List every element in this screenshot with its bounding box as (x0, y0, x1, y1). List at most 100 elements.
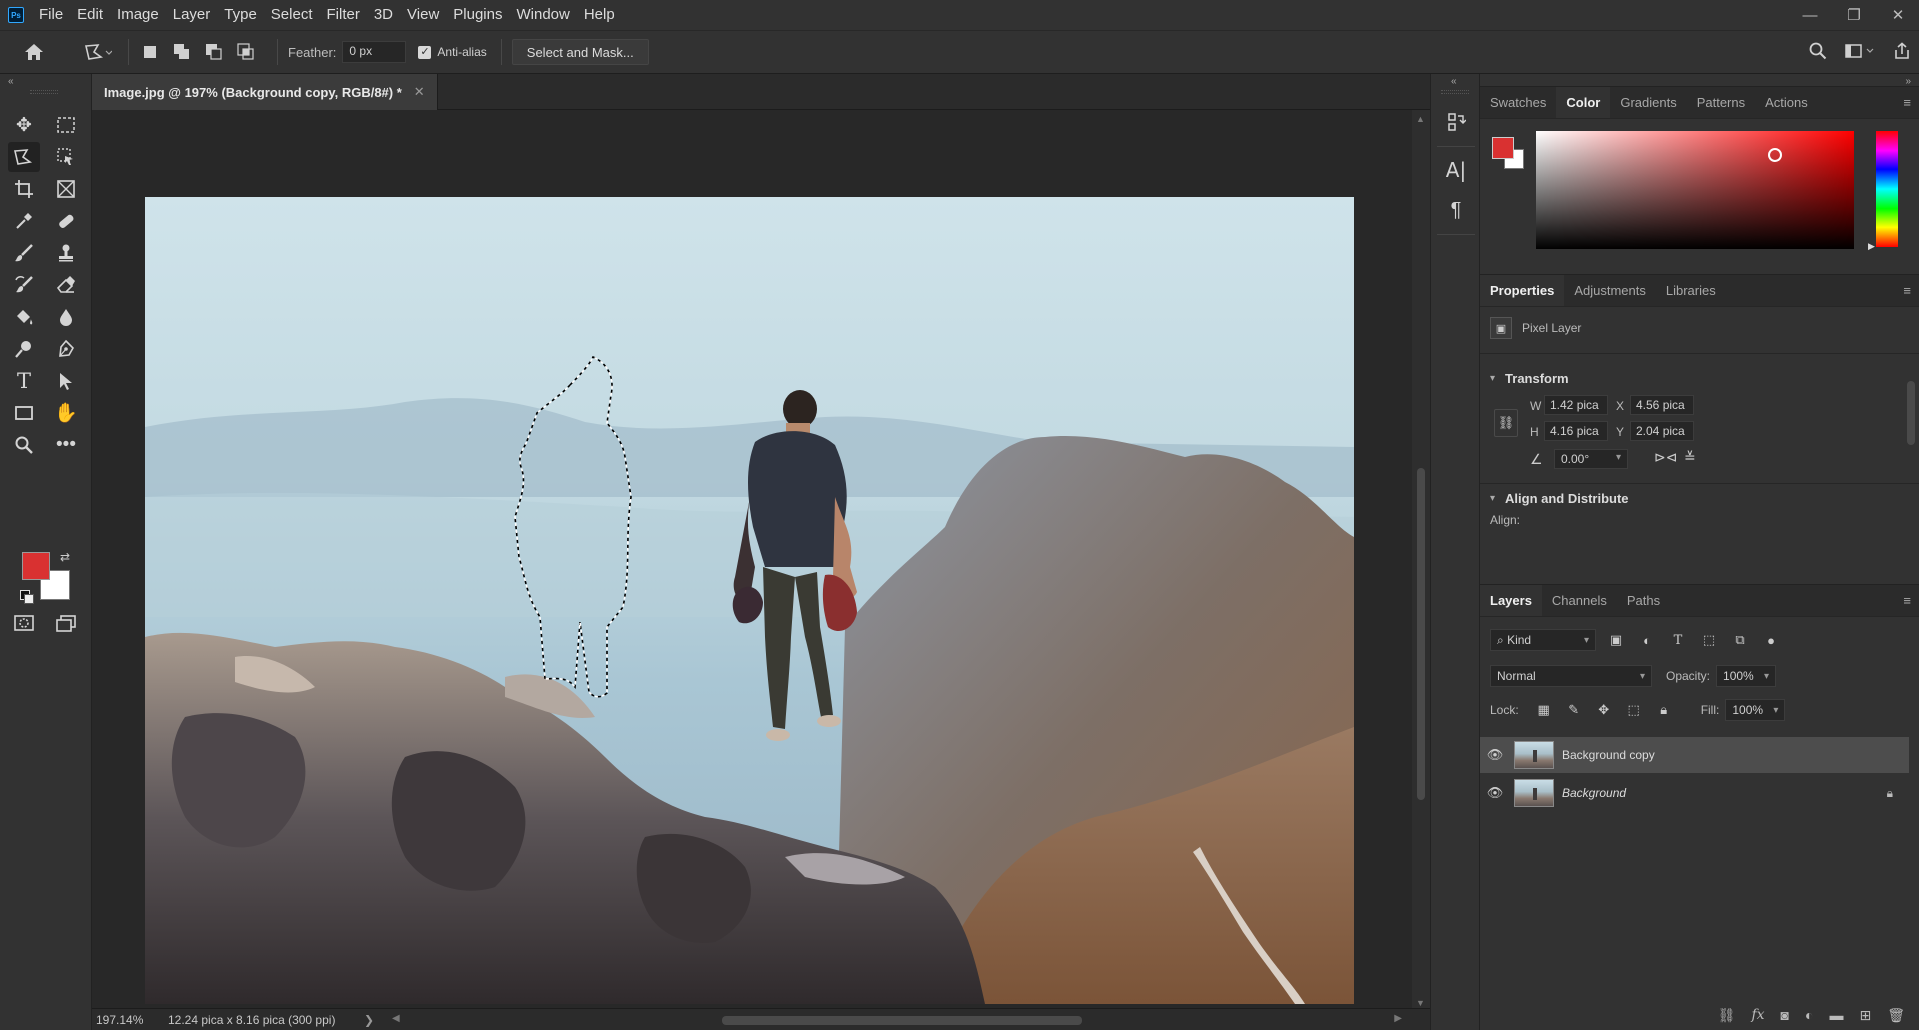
layer-style-icon[interactable]: fx (1751, 1007, 1764, 1023)
menu-file[interactable]: File (32, 0, 70, 30)
history-panel-icon[interactable] (1440, 106, 1472, 138)
canvas-pasteboard[interactable] (92, 110, 1412, 1012)
scrollbar-thumb[interactable] (1417, 468, 1425, 800)
scroll-up-icon[interactable]: ▲ (1416, 114, 1425, 124)
lasso-tool-icon[interactable] (8, 142, 40, 172)
menu-help[interactable]: Help (577, 0, 622, 30)
expand-panels-icon[interactable]: « (1451, 76, 1457, 87)
add-to-selection-button[interactable] (171, 41, 193, 63)
select-and-mask-button[interactable]: Select and Mask... (511, 39, 649, 65)
tab-actions[interactable]: Actions (1755, 87, 1818, 118)
horizontal-scrollbar[interactable]: ◀ ▶ (392, 1013, 1402, 1027)
document-tab[interactable]: Image.jpg @ 197% (Background copy, RGB/8… (92, 74, 438, 110)
object-selection-tool-icon[interactable] (50, 142, 82, 172)
trash-icon[interactable]: 🗑︎ (1887, 1007, 1905, 1024)
marquee-tool-icon[interactable] (50, 110, 82, 140)
flip-vertical-icon[interactable]: ≚ (1684, 449, 1696, 466)
home-icon[interactable] (16, 43, 52, 61)
polygonal-lasso-icon[interactable] (78, 43, 118, 61)
status-menu-arrow-icon[interactable]: ❯ (364, 1013, 388, 1027)
link-layers-icon[interactable]: ⛓ (1718, 1007, 1736, 1024)
collapse-panel-icon[interactable]: « (8, 76, 14, 87)
menu-edit[interactable]: Edit (70, 0, 110, 30)
swap-colors-icon[interactable]: ⇄ (60, 550, 70, 564)
visibility-eye-icon[interactable]: 👁︎ (1480, 785, 1510, 801)
layer-row[interactable]: 👁︎ Background copy (1480, 737, 1909, 773)
add-mask-icon[interactable]: ◙ (1781, 1007, 1789, 1023)
eyedropper-tool-icon[interactable] (8, 206, 40, 236)
tab-paths[interactable]: Paths (1617, 585, 1670, 616)
share-icon[interactable] (1893, 41, 1911, 65)
align-section-header[interactable]: ▾ Align and Distribute (1490, 491, 1629, 506)
tab-libraries[interactable]: Libraries (1656, 275, 1726, 306)
pen-tool-icon[interactable] (50, 334, 82, 364)
hand-tool-icon[interactable]: ✋ (50, 398, 82, 428)
new-selection-button[interactable] (139, 41, 161, 63)
layer-name[interactable]: Background (1562, 786, 1626, 800)
tab-gradients[interactable]: Gradients (1610, 87, 1686, 118)
close-tab-icon[interactable]: ✕ (414, 84, 425, 100)
brush-tool-icon[interactable] (8, 238, 40, 268)
rectangle-tool-icon[interactable] (8, 398, 40, 428)
tab-properties[interactable]: Properties (1480, 275, 1565, 306)
foreground-color-swatch[interactable] (22, 552, 50, 580)
y-input[interactable]: 2.04 pica (1630, 421, 1694, 441)
color-picker-ring[interactable] (1768, 148, 1782, 162)
default-colors-icon[interactable] (20, 590, 34, 604)
workspace-icon[interactable] (1845, 43, 1875, 64)
quick-mask-icon[interactable] (8, 608, 40, 638)
lock-artboard-icon[interactable]: ⬚ (1623, 699, 1645, 721)
menu-layer[interactable]: Layer (166, 0, 218, 30)
menu-plugins[interactable]: Plugins (446, 0, 509, 30)
zoom-tool-icon[interactable] (8, 430, 40, 460)
zoom-level[interactable]: 197.14% (92, 1013, 164, 1027)
search-icon[interactable] (1809, 42, 1827, 65)
lock-all-icon[interactable]: 🔒︎ (1653, 699, 1675, 721)
healing-brush-tool-icon[interactable] (50, 206, 82, 236)
clone-stamp-tool-icon[interactable] (50, 238, 82, 268)
width-input[interactable]: 1.42 pica (1544, 395, 1608, 415)
angle-input[interactable]: 0.00° ▾ (1554, 449, 1628, 469)
pixel-filter-icon[interactable]: ▣ (1605, 629, 1627, 651)
adjustment-filter-icon[interactable]: ◐ (1636, 629, 1658, 651)
paragraph-panel-icon[interactable]: ¶ (1440, 194, 1472, 226)
menu-image[interactable]: Image (110, 0, 166, 30)
link-dimensions-icon[interactable]: ⛓ (1494, 409, 1518, 437)
panel-menu-icon[interactable]: ≡ (1903, 283, 1911, 298)
new-adjustment-layer-icon[interactable]: ◐ (1805, 1007, 1813, 1023)
screen-mode-icon[interactable] (50, 608, 82, 638)
transform-section-header[interactable]: ▾ Transform (1490, 371, 1569, 386)
menu-3d[interactable]: 3D (367, 0, 400, 30)
minimize-button[interactable]: — (1799, 7, 1821, 24)
tab-adjustments[interactable]: Adjustments (1564, 275, 1656, 306)
blend-mode-select[interactable]: Normal ▾ (1490, 665, 1652, 687)
close-window-button[interactable]: ✕ (1887, 6, 1909, 24)
tab-channels[interactable]: Channels (1542, 585, 1617, 616)
blur-tool-icon[interactable] (50, 302, 82, 332)
anti-alias-checkbox[interactable]: ✓ Anti-alias (418, 45, 487, 59)
panel-grip[interactable] (1441, 90, 1469, 94)
menu-type[interactable]: Type (217, 0, 264, 30)
properties-scrollbar[interactable] (1907, 367, 1915, 527)
lock-position-icon[interactable]: ✥ (1593, 699, 1615, 721)
menu-select[interactable]: Select (264, 0, 320, 30)
scrollbar-thumb[interactable] (1907, 381, 1915, 445)
layer-row[interactable]: 👁︎ Background 🔒︎ (1480, 775, 1909, 811)
flip-horizontal-icon[interactable]: ⊳⊲ (1654, 449, 1677, 466)
smart-object-filter-icon[interactable]: ⧉ (1729, 629, 1751, 651)
scroll-right-icon[interactable]: ▶ (1394, 1013, 1402, 1024)
panel-grip[interactable] (30, 90, 58, 94)
eraser-tool-icon[interactable] (50, 270, 82, 300)
panel-menu-icon[interactable]: ≡ (1903, 593, 1911, 608)
more-tools-icon[interactable]: ••• (50, 430, 82, 460)
visibility-eye-icon[interactable]: 👁︎ (1480, 747, 1510, 763)
scrollbar-thumb[interactable] (722, 1016, 1082, 1025)
menu-filter[interactable]: Filter (320, 0, 367, 30)
lock-transparent-pixels-icon[interactable]: ▦ (1533, 699, 1555, 721)
hue-marker-icon[interactable]: ▶ (1868, 241, 1875, 252)
subtract-from-selection-button[interactable] (203, 41, 225, 63)
paint-bucket-tool-icon[interactable] (8, 302, 40, 332)
hue-slider[interactable] (1876, 131, 1898, 247)
x-input[interactable]: 4.56 pica (1630, 395, 1694, 415)
filter-toggle-icon[interactable]: ● (1760, 629, 1782, 651)
